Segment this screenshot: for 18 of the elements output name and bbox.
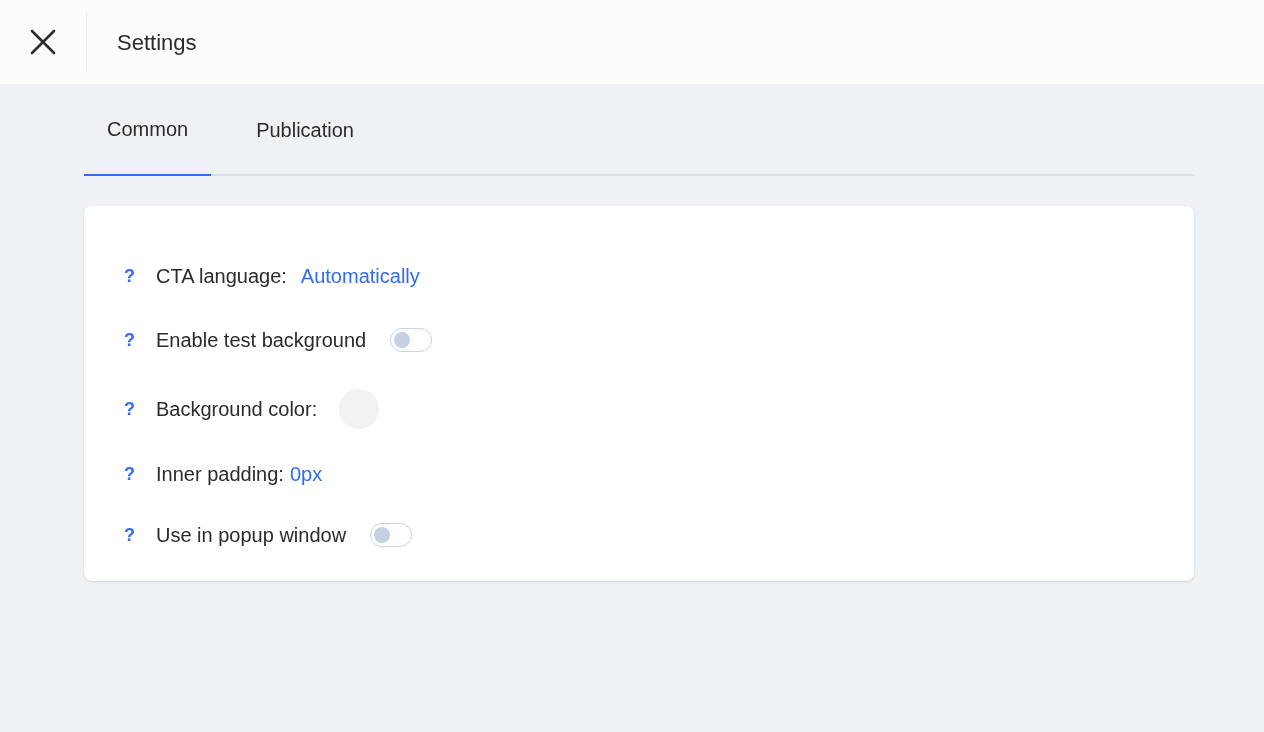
help-icon[interactable]: ? [124,326,156,354]
help-icon[interactable]: ? [124,395,156,423]
page-title: Settings [117,28,197,57]
tab[interactable]: Common [84,84,212,176]
setting-label: Inner padding: [156,462,284,487]
tab[interactable]: Publication [211,84,399,176]
close-icon [30,29,56,55]
help-icon[interactable]: ? [124,262,156,290]
setting-label: CTA language: [156,264,287,289]
setting-label: Enable test background [156,328,367,353]
toggle-switch[interactable] [390,328,433,352]
toggle-switch[interactable] [370,523,413,547]
help-icon[interactable]: ? [124,460,156,488]
help-icon[interactable]: ? [124,521,156,549]
language-link[interactable]: Automatically [300,261,420,291]
setting-label: Background color: [156,397,318,422]
setting-label: Use in popup window [156,523,347,548]
padding-value[interactable]: 0px [289,459,323,489]
